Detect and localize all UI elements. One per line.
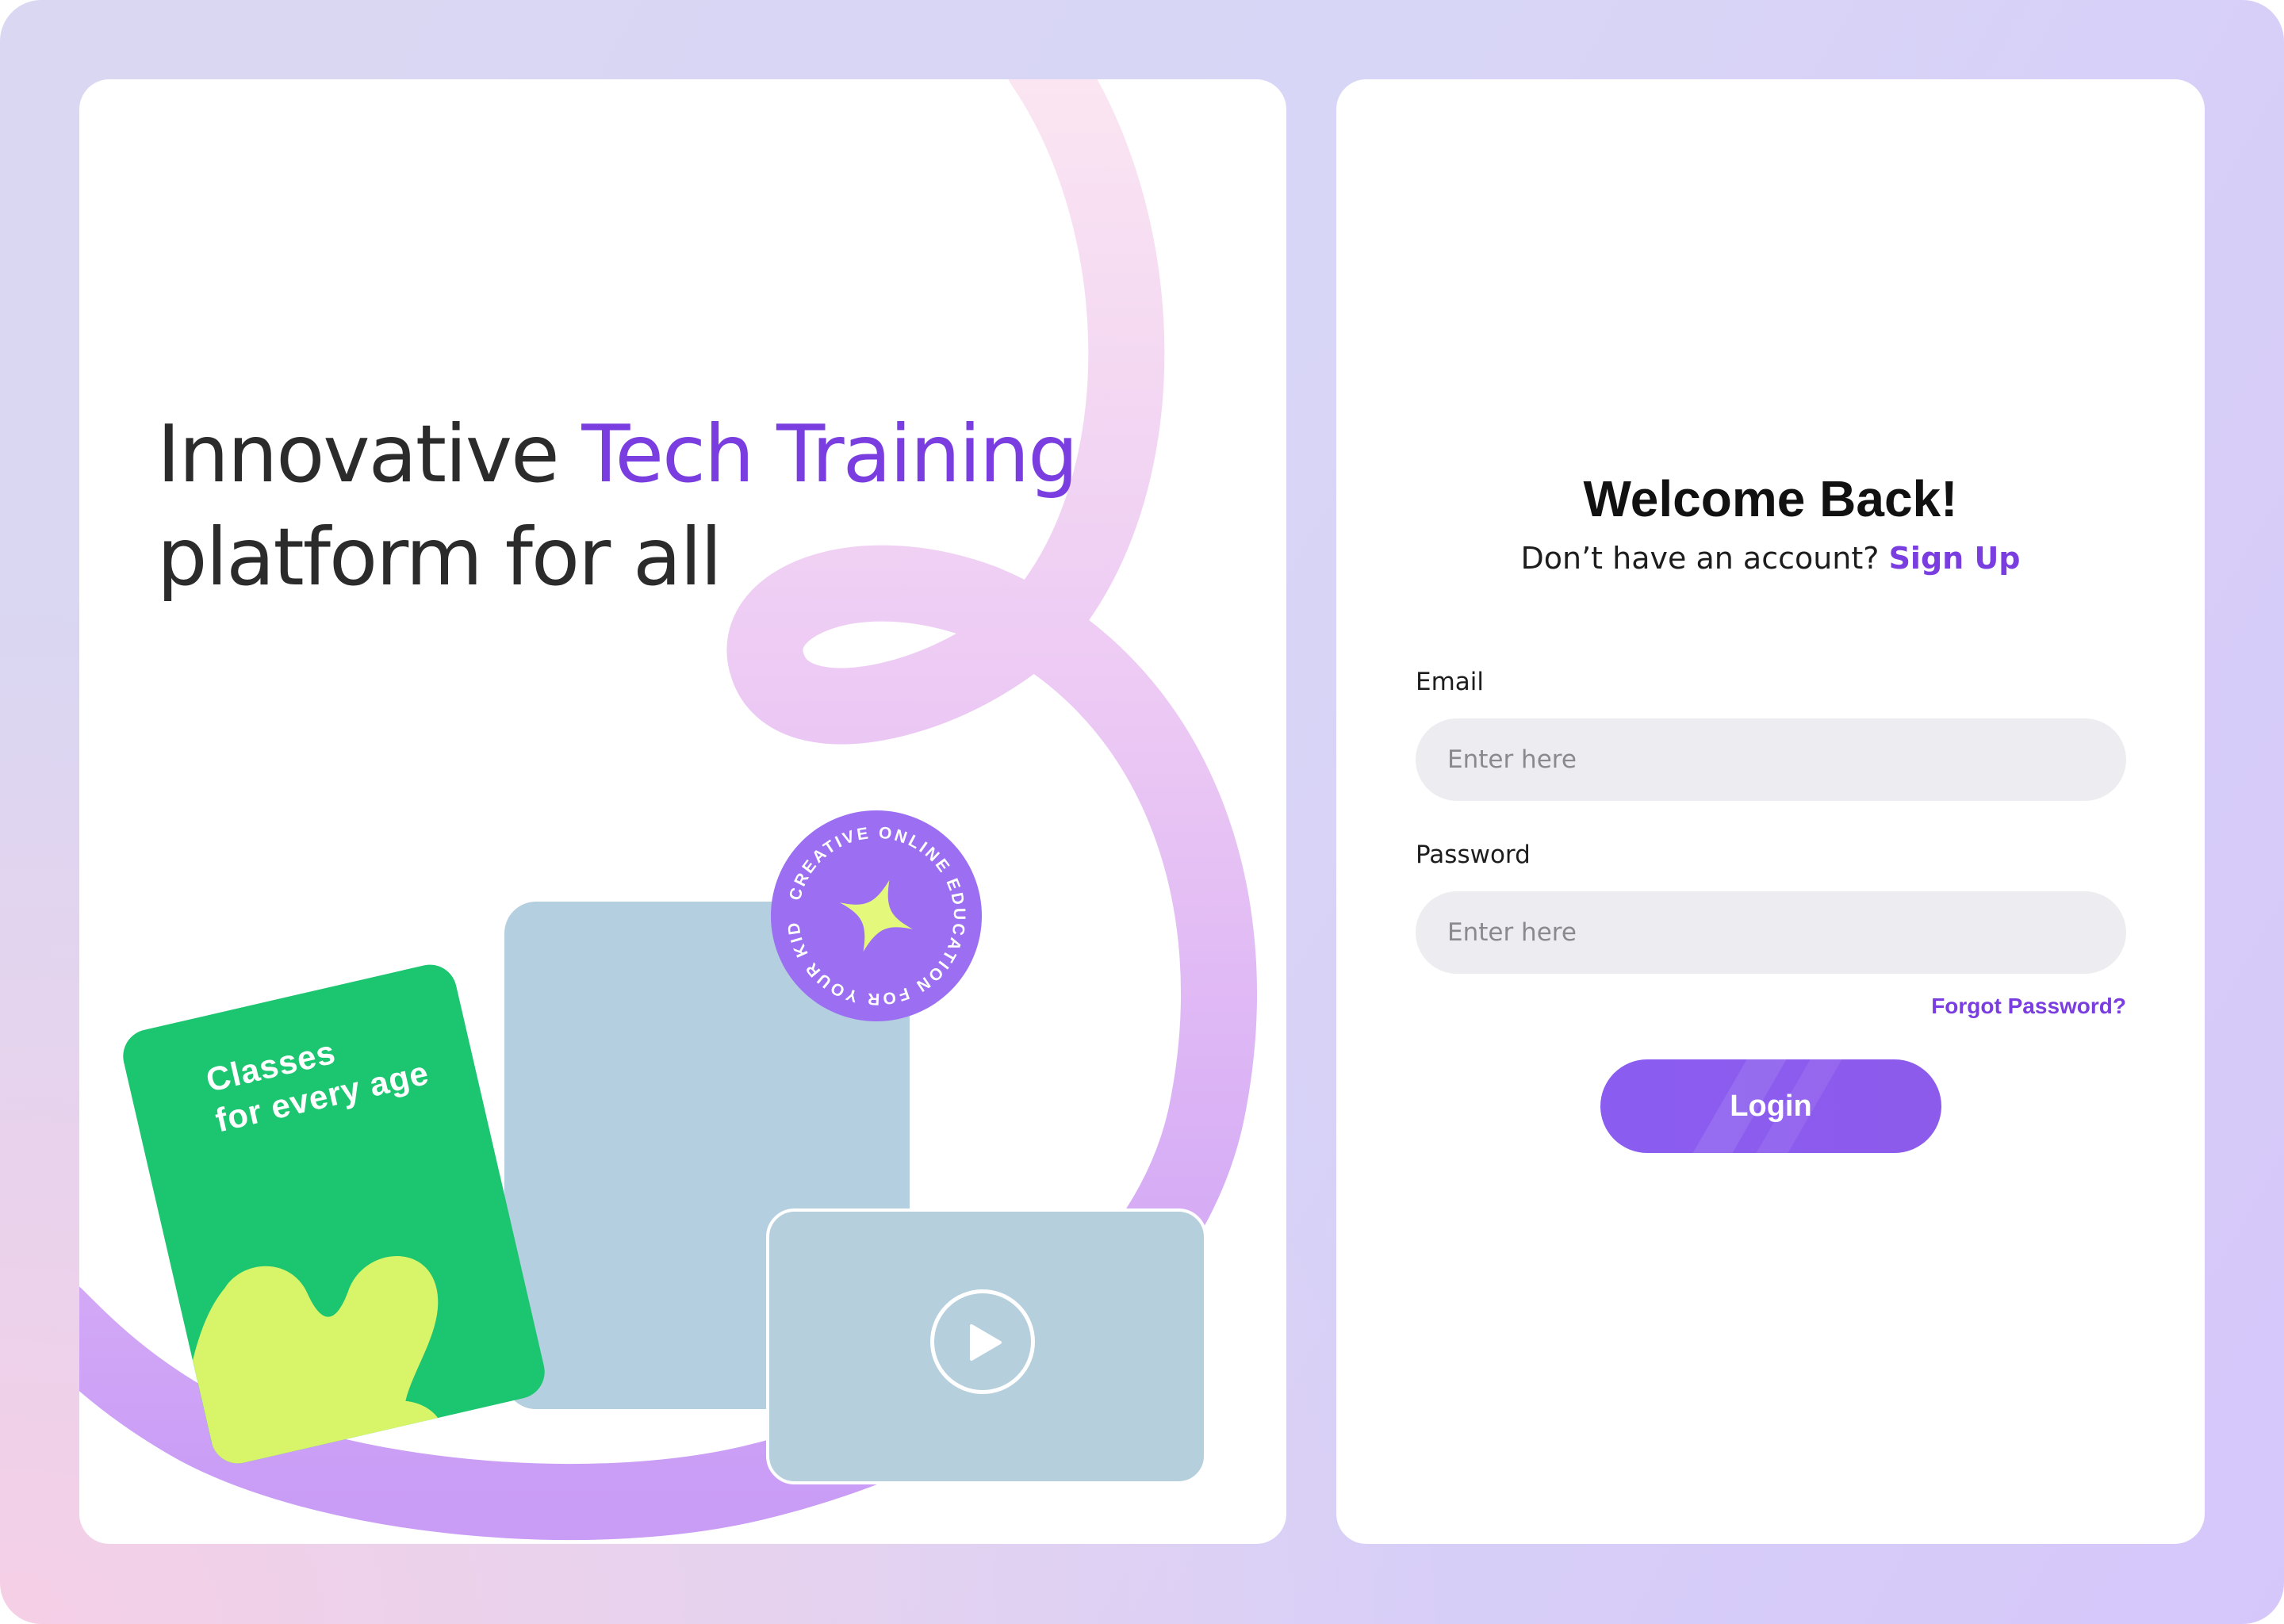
hero-title: Innovative Tech Training platform for al… [157,403,1079,609]
hero-title-prefix: Innovative [157,408,582,500]
login-button[interactable]: Login [1600,1059,1941,1153]
welcome-heading: Welcome Back! [1583,470,1958,527]
login-button-label: Login [1730,1089,1812,1123]
email-field[interactable] [1416,718,2126,801]
hero-title-line2: platform for all [157,511,722,603]
signup-prompt: Don’t have an account? Sign Up [1336,541,2205,576]
signup-link[interactable]: Sign Up [1889,541,2021,576]
no-account-text: Don’t have an account? [1520,541,1880,576]
hero-panel: Innovative Tech Training platform for al… [79,79,1286,1544]
play-icon [970,1324,1002,1361]
play-button[interactable] [930,1289,1035,1394]
password-label: Password [1416,841,1531,869]
education-badge: CREATIVE ONLINE EDUCATION FOR YOUR KIDS [771,810,982,1021]
hero-title-accent: Tech Training [581,408,1078,500]
forgot-password-link[interactable]: Forgot Password? [1931,994,2126,1019]
password-field[interactable] [1416,891,2126,974]
email-label: Email [1416,668,1485,696]
page-background: Innovative Tech Training platform for al… [0,0,2284,1624]
login-panel: Welcome Back! Don’t have an account? Sig… [1336,79,2205,1544]
